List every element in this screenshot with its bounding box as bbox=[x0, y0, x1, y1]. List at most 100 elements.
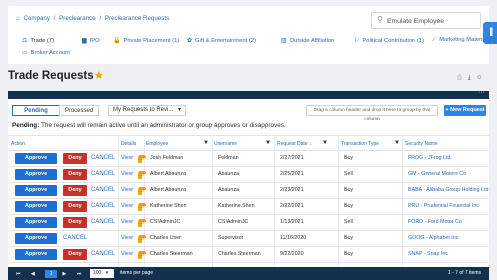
more-options-icon[interactable]: ··· bbox=[478, 89, 485, 96]
approve-button[interactable]: Approve bbox=[15, 201, 57, 212]
row-divider bbox=[8, 166, 489, 167]
current-page[interactable]: 1 bbox=[45, 270, 58, 278]
view-link[interactable]: View bbox=[121, 201, 133, 212]
employee-cell: Josh Feldman bbox=[150, 155, 184, 161]
first-page-icon[interactable]: ⏮ bbox=[16, 271, 21, 277]
favorite-star-icon[interactable]: ★ bbox=[94, 69, 104, 82]
tab-trade[interactable]: ⚖ Trade (7) bbox=[22, 37, 54, 44]
deny-button[interactable]: Deny bbox=[63, 185, 87, 196]
tab-broker-account[interactable]: ▭ Broker Account bbox=[22, 49, 70, 56]
deny-button[interactable]: Deny bbox=[63, 249, 87, 260]
security-name-link[interactable]: GM - General Motors Co bbox=[408, 169, 466, 180]
emulate-hand-icon[interactable] bbox=[136, 201, 148, 212]
pager-controls: ⏮ ◀ 1 ▶ ⏭ bbox=[16, 270, 90, 278]
home-icon[interactable]: ⌂ bbox=[16, 15, 20, 22]
page-size-label: items per page bbox=[120, 270, 154, 276]
tab-private-placement[interactable]: 🔒 Private Placement (1) bbox=[113, 37, 179, 44]
next-page-icon[interactable]: ▶ bbox=[63, 271, 67, 277]
cancel-link[interactable]: CANCEL bbox=[63, 233, 87, 244]
prev-page-icon[interactable]: ◀ bbox=[31, 271, 35, 277]
tab-label: IPO bbox=[89, 38, 100, 44]
approve-button[interactable]: Approve bbox=[15, 169, 57, 180]
transaction-type-cell: Buy bbox=[344, 155, 354, 161]
cancel-link[interactable]: CANCEL bbox=[91, 169, 115, 180]
security-name-link[interactable]: PRU - Prudential Financial Inc bbox=[408, 201, 479, 212]
chevron-down-icon: ▾ bbox=[105, 270, 109, 276]
requests-filter-select[interactable]: My Requests to Revi... ▾ bbox=[108, 105, 186, 116]
approve-button[interactable]: Approve bbox=[15, 185, 57, 196]
emulate-hand-icon[interactable] bbox=[136, 217, 148, 228]
last-page-icon[interactable]: ⏭ bbox=[77, 271, 82, 277]
tab-ipo[interactable]: ▆ IPO bbox=[82, 37, 100, 44]
row-divider bbox=[8, 198, 489, 199]
cancel-link[interactable]: CANCEL bbox=[91, 153, 115, 164]
approve-button[interactable]: Approve bbox=[15, 249, 57, 260]
breadcrumb-preclearance-requests[interactable]: Preclearance Requests bbox=[105, 15, 169, 22]
security-name-link[interactable]: SNAP - Snap Inc bbox=[408, 249, 448, 260]
username-cell: Supervisor bbox=[218, 235, 244, 241]
tab-marketing-material[interactable]: ⟋ Marketing Material (1) bbox=[432, 37, 496, 44]
emulate-hand-icon[interactable] bbox=[136, 169, 148, 180]
security-name-link[interactable]: FORD - Ford Motor Co bbox=[408, 217, 462, 228]
breadcrumb-preclearance[interactable]: Preclearance bbox=[59, 15, 95, 22]
row-divider bbox=[8, 182, 489, 183]
security-name-link[interactable]: GOOG - Alphabet Inc bbox=[408, 233, 458, 244]
tab-label: Outside Affiliation bbox=[289, 38, 335, 44]
cancel-link[interactable]: CANCEL bbox=[91, 249, 115, 260]
cancel-link[interactable]: CANCEL bbox=[91, 201, 115, 212]
tab-political-contribution[interactable]: ⚐ Political Contribution (1) bbox=[354, 37, 424, 44]
gift-icon: ✿ bbox=[187, 38, 193, 44]
print-icon[interactable]: ⎙ bbox=[457, 75, 462, 81]
emulate-hand-icon[interactable] bbox=[136, 233, 148, 244]
column-label: Transaction Type bbox=[341, 141, 380, 147]
cancel-link[interactable]: CANCEL bbox=[91, 185, 115, 196]
employee-cell: Albert Abaunza bbox=[150, 171, 186, 177]
new-request-button[interactable]: + New Request bbox=[444, 105, 486, 116]
emulate-hand-icon[interactable] bbox=[136, 153, 148, 164]
tab-label: Marketing Material (1) bbox=[439, 37, 496, 43]
approve-button[interactable]: Approve bbox=[15, 217, 57, 228]
flag-icon: ⚐ bbox=[354, 38, 360, 44]
page-size-select[interactable]: 100 ▾ bbox=[90, 269, 114, 278]
emulate-hand-icon[interactable] bbox=[136, 249, 148, 260]
filter-icon[interactable]: ▼ bbox=[265, 140, 271, 146]
transaction-type-cell: Buy bbox=[344, 187, 354, 193]
breadcrumb-company[interactable]: Company bbox=[23, 15, 49, 22]
panel-icon: ▐ bbox=[487, 29, 493, 36]
view-link[interactable]: View bbox=[121, 249, 133, 260]
group-drop-area[interactable]: Drag a column header and drop it here to… bbox=[306, 105, 438, 122]
transaction-type-cell: Buy bbox=[344, 235, 354, 241]
filter-icon[interactable]: ▼ bbox=[394, 140, 400, 146]
toggle-pending[interactable]: Pending bbox=[12, 105, 60, 116]
preclearance-nav: ⚖ Trade (7) ▆ IPO 🔒 Private Placement (1) ✿… bbox=[22, 37, 496, 47]
transaction-type-cell: Sell bbox=[344, 171, 353, 177]
security-name-link[interactable]: BABA - Alibaba Group Holding Ltd bbox=[408, 185, 488, 196]
tab-label: Political Contribution (1) bbox=[362, 38, 424, 44]
filter-icon[interactable]: ▼ bbox=[203, 140, 209, 146]
download-icon[interactable]: ⤓ bbox=[468, 75, 471, 81]
view-link[interactable]: View bbox=[121, 233, 133, 244]
security-name-link[interactable]: FROG - JFrog Ltd. bbox=[408, 153, 452, 164]
approve-button[interactable]: Approve bbox=[15, 153, 57, 164]
tab-outside-affiliation[interactable]: ▥ Outside Affiliation bbox=[281, 37, 334, 44]
filter-icon[interactable]: ▼ bbox=[322, 140, 328, 146]
view-link[interactable]: View bbox=[121, 185, 133, 196]
employee-cell: Albert Abaunza bbox=[150, 187, 186, 193]
view-link[interactable]: View bbox=[121, 153, 133, 164]
pending-note-label: Pending: bbox=[12, 122, 40, 129]
view-link[interactable]: View bbox=[121, 169, 133, 180]
tab-gift-entertainment[interactable]: ✿ Gift & Entertainment (2) bbox=[187, 37, 256, 44]
view-link[interactable]: View bbox=[121, 217, 133, 228]
deny-button[interactable]: Deny bbox=[63, 201, 87, 212]
deny-button[interactable]: Deny bbox=[63, 217, 87, 228]
emulate-hand-icon[interactable] bbox=[136, 185, 148, 196]
emulate-employee-input[interactable] bbox=[387, 15, 477, 27]
approve-button[interactable]: Approve bbox=[15, 233, 57, 244]
deny-button[interactable]: Deny bbox=[63, 153, 87, 164]
page-size-value: 100 bbox=[93, 270, 102, 276]
toggle-processed[interactable]: Processed bbox=[59, 105, 99, 116]
cancel-link[interactable]: CANCEL bbox=[91, 217, 115, 228]
deny-button[interactable]: Deny bbox=[63, 169, 87, 180]
employee-cell: Katherine Shen bbox=[150, 203, 187, 209]
settings-icon[interactable]: ⚙ bbox=[476, 75, 481, 81]
